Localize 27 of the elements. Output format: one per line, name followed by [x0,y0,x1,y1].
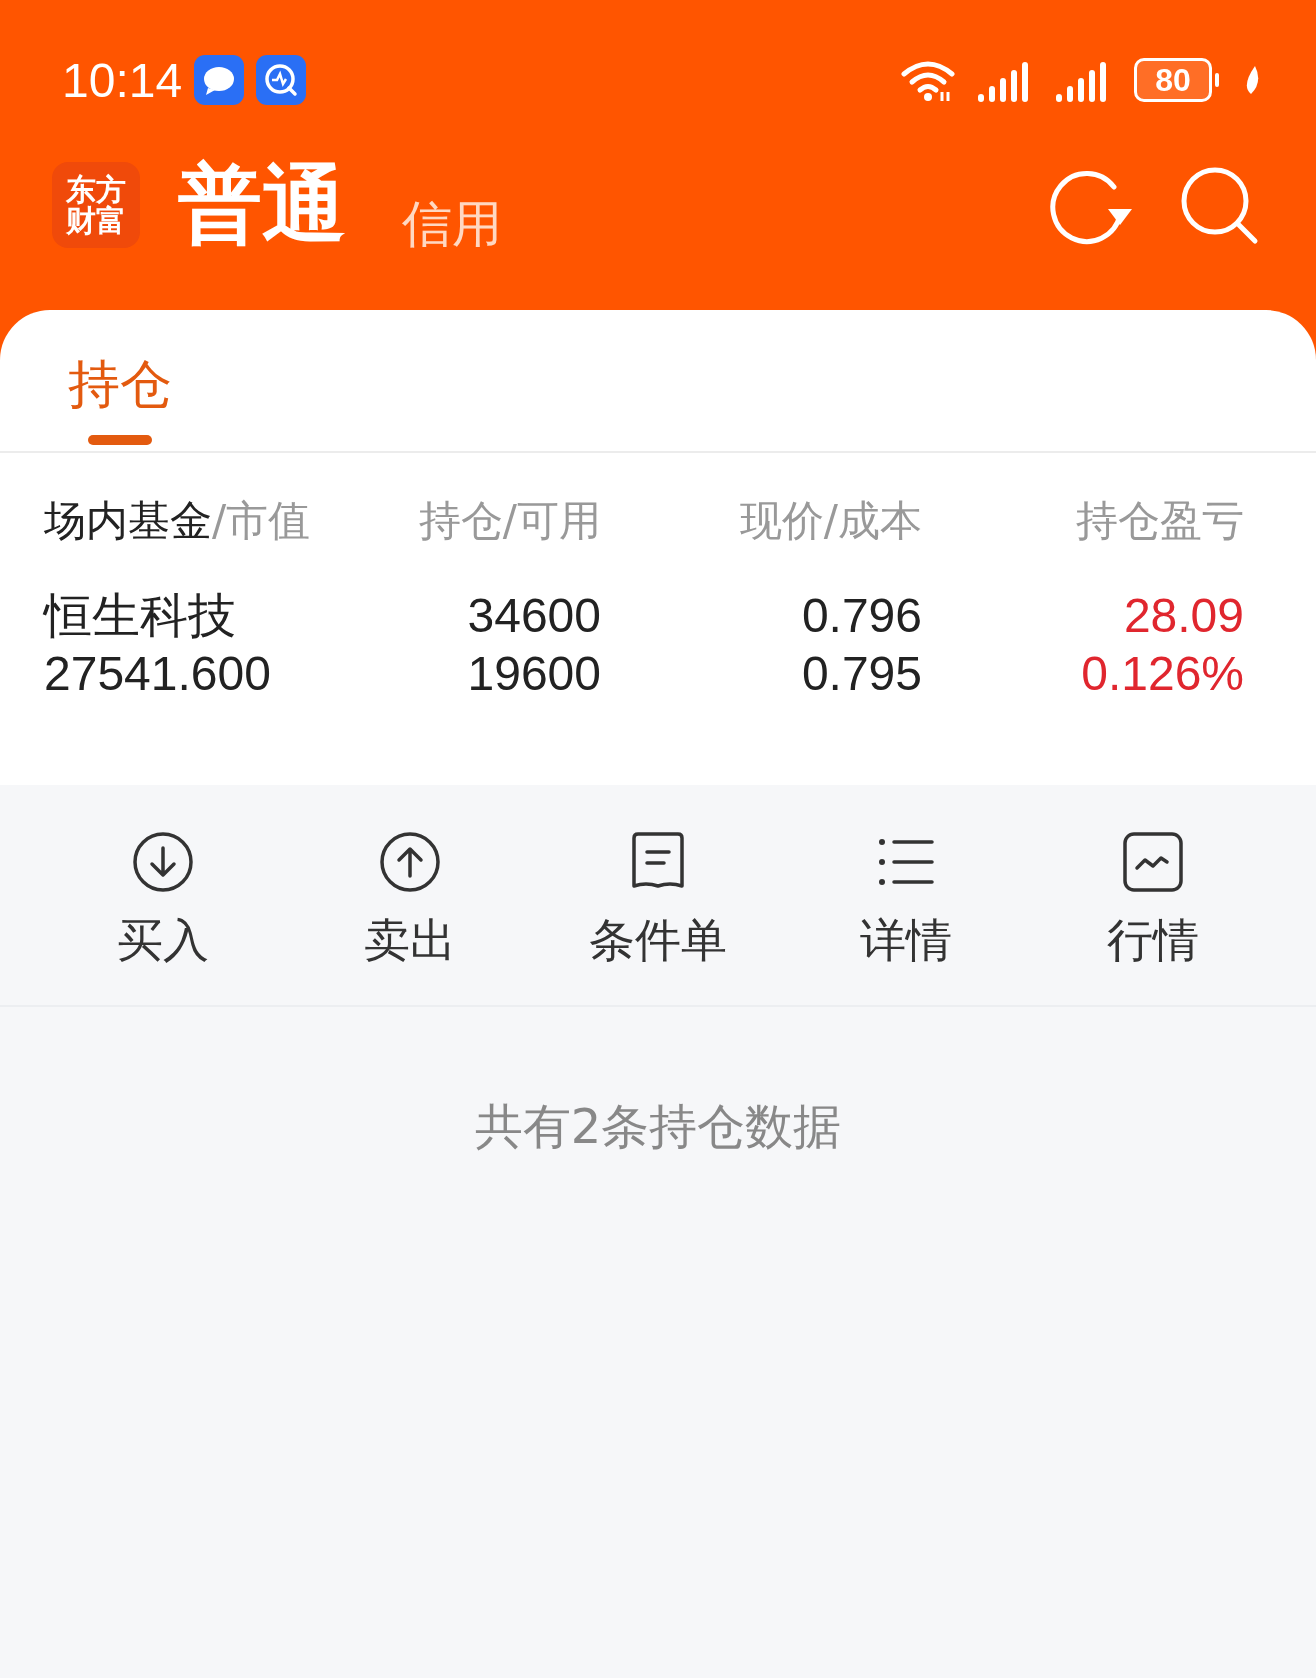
chart-icon [1121,830,1186,894]
action-button[interactable]: 条件单 [558,830,758,972]
action-button[interactable]: 行情 [1053,830,1254,972]
tab[interactable]: 持仓 [68,310,172,451]
status-time: 10:14 [62,52,183,108]
holdings-count: 共有2条持仓数据 [473,1097,843,1156]
column-header-title[interactable]: 场内基金 [44,496,212,545]
wifi-icon [900,58,956,102]
column-header-subtitle: /市值 [212,496,311,545]
action-button[interactable]: 买入 [62,830,263,972]
tab-indicator [88,435,152,445]
table-cell-text: 19600 [467,646,601,702]
app-logo: 东方 财富 [52,162,140,248]
action-button[interactable]: 详情 [805,830,1006,972]
table-cell-text: 0.796 [801,588,922,644]
download-circle-icon [130,830,195,894]
table-cell-text: 恒生科技 [44,588,236,644]
table-cell-text: 0.795 [801,646,922,702]
column-header: 现价/成本 [739,496,922,545]
table-cell-text: 28.09 [1123,588,1244,644]
upload-circle-icon [378,830,443,894]
column-header: 持仓/可用 [418,496,601,545]
table-cell-text: 27541.600 [44,646,271,702]
table-cell-text: 0.126% [1081,646,1244,702]
column-header: 持仓盈亏 [1076,496,1244,545]
action-button[interactable]: 卖出 [310,830,511,972]
table-cell-text: 34600 [467,588,601,644]
